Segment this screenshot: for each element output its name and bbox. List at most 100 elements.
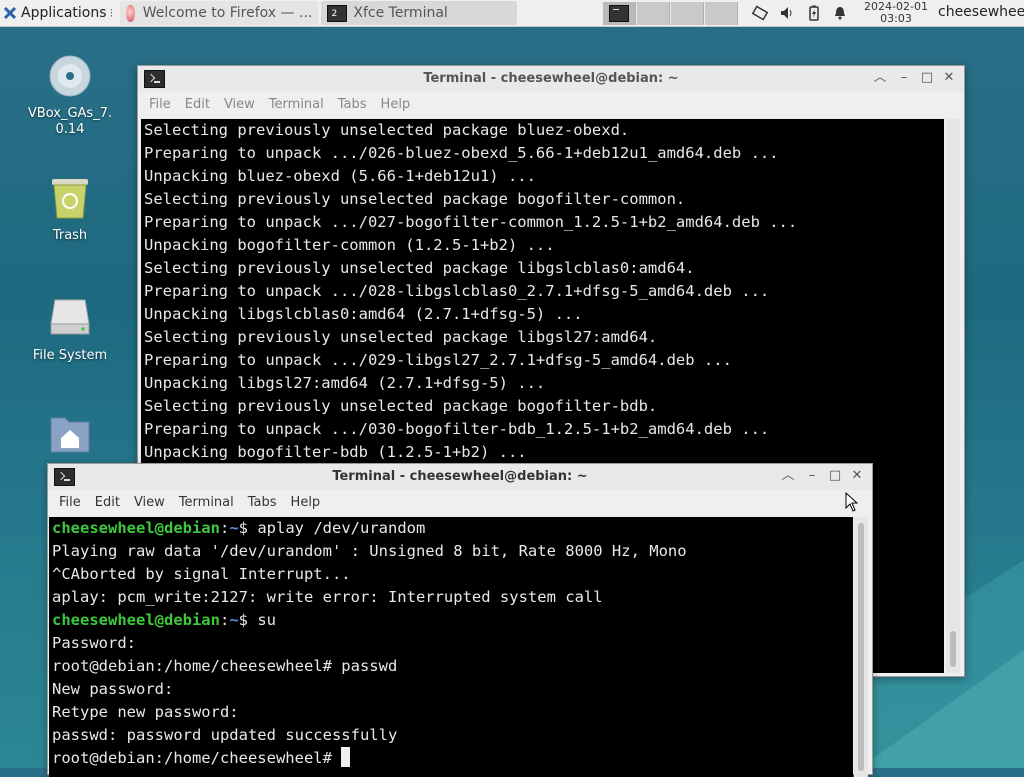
applications-label: Applications [21,5,107,21]
terminal-line: aplay: pcm_write:2127: write error: Inte… [52,588,603,606]
scrollbar-thumb[interactable] [950,631,956,667]
taskbar-firefox-label: Welcome to Firefox — ... [142,5,313,21]
xfce-logo-icon [3,6,17,20]
scrollbar-thumb[interactable] [858,523,864,771]
desktop-icon-file-system[interactable]: File System [25,294,115,363]
window-menubar: File Edit View Terminal Tabs Help [48,490,872,514]
menu-file[interactable]: File [52,495,88,510]
workspace-2[interactable] [637,2,670,25]
menu-edit[interactable]: Edit [178,97,217,112]
terminal-line: Unpacking libgsl27:amd64 (2.7.1+dfsg-5) … [144,374,546,392]
terminal-line: Preparing to unpack .../026-bluez-obexd_… [144,144,779,162]
menu-edit[interactable]: Edit [88,495,127,510]
clock-time: 03:03 [880,12,912,25]
terminal-window-front[interactable]: Terminal - cheesewheel@debian: ~ ︿ – □ ✕… [47,463,873,777]
menu-view[interactable]: View [217,97,262,112]
network-icon[interactable] [751,5,769,21]
window-menubar: File Edit View Terminal Tabs Help [138,92,964,116]
terminal-line: Selecting previously unselected package … [144,328,658,346]
terminal-line: Selecting previously unselected package … [144,121,630,139]
terminal-line: Preparing to unpack .../030-bogofilter-b… [144,420,770,438]
volume-icon[interactable] [779,5,795,21]
workspace-1[interactable] [603,2,636,25]
prompt-user: cheesewheel@debian [52,519,220,537]
terminal-icon [609,5,629,22]
terminal-line: Password: [52,634,136,652]
terminal-line: Selecting previously unselected package … [144,397,658,415]
scrollbar[interactable] [946,119,960,673]
window-titlebar[interactable]: Terminal - cheesewheel@debian: ~ ︿ – □ ✕ [138,66,964,92]
terminal-line: Selecting previously unselected package … [144,259,695,277]
top-panel: Applications ⁝ Welcome to Firefox — ... … [0,0,1024,27]
prompt-path: ~ [229,519,239,537]
trash-icon [52,179,88,219]
notification-bell-icon[interactable] [832,5,848,21]
prompt-sign: $ [238,519,249,537]
menu-help[interactable]: Help [284,495,328,510]
terminal-line: Preparing to unpack .../029-libgsl27_2.7… [144,351,732,369]
terminal-line: passwd: password updated successfully [52,726,398,744]
terminal-line: Unpacking bogofilter-bdb (1.2.5-1+b2) ..… [144,443,527,461]
desktop-icon-home[interactable] [25,414,115,462]
root-prompt: root@debian:/home/cheesewheel# [52,749,342,767]
terminal-line: Selecting previously unselected package … [144,190,686,208]
window-shade-button[interactable]: ︿ [873,71,887,85]
terminal-line: Playing raw data '/dev/urandom' : Unsign… [52,542,687,560]
terminal-line: Preparing to unpack .../027-bogofilter-c… [144,213,798,231]
window-close-button[interactable]: ✕ [850,469,864,483]
home-folder-icon [50,417,90,453]
user-menu[interactable]: cheesewheel [938,4,1024,20]
terminal-line: Unpacking bluez-obexd (5.66-1+deb12u1) .… [144,167,536,185]
menu-separator-icon: ⁝ [109,6,114,20]
battery-icon[interactable] [806,5,822,21]
terminal-output[interactable]: cheesewheel@debian:~$ aplay /dev/urandom… [49,517,853,777]
prompt-sign: $ [238,611,249,629]
terminal-prompt-line: cheesewheel@debian:~$ aplay /dev/urandom [52,519,426,537]
window-close-button[interactable]: ✕ [942,71,956,85]
desktop-icon-trash[interactable]: Trash [25,174,115,243]
window-title: Terminal - cheesewheel@debian: ~ [423,71,679,86]
applications-menu-button[interactable]: Applications ⁝ [0,0,117,26]
window-title: Terminal - cheesewheel@debian: ~ [332,469,588,484]
menu-terminal[interactable]: Terminal [172,495,241,510]
window-minimize-button[interactable]: – [897,71,911,85]
desktop-icon-label: Trash [52,228,88,243]
desktop-icon-vbox-cd[interactable]: VBox_GAs_7. 0.14 [25,54,115,138]
menu-file[interactable]: File [142,97,178,112]
terminal-prompt-line: cheesewheel@debian:~$ su [52,611,277,629]
prompt-command: aplay /dev/urandom [248,519,426,537]
terminal-line: Retype new password: [52,703,239,721]
firefox-icon [126,4,135,22]
desktop-icon-label: File System [32,348,108,363]
menu-terminal[interactable]: Terminal [262,97,331,112]
cd-disc-icon [49,55,91,97]
workspace-4[interactable] [705,2,738,25]
terminal-line: New password: [52,680,174,698]
window-maximize-button[interactable]: □ [920,71,934,85]
text-cursor [341,747,351,767]
prompt-path: ~ [229,611,239,629]
prompt-user: cheesewheel@debian [52,611,220,629]
terminal-line: Unpacking bogofilter-common (1.2.5-1+b2)… [144,236,555,254]
menu-tabs[interactable]: Tabs [241,495,284,510]
panel-clock[interactable]: 2024-02-01 03:03 [862,1,930,25]
window-titlebar[interactable]: Terminal - cheesewheel@debian: ~ ︿ – □ ✕ [48,464,872,490]
menu-view[interactable]: View [127,495,172,510]
prompt-command: su [248,611,277,629]
menu-help[interactable]: Help [374,97,418,112]
workspace-3[interactable] [671,2,704,25]
taskbar-terminal-label: Xfce Terminal [353,5,448,21]
menu-tabs[interactable]: Tabs [331,97,374,112]
window-shade-button[interactable]: ︿ [781,469,795,483]
window-minimize-button[interactable]: – [805,469,819,483]
taskbar-firefox-button[interactable]: Welcome to Firefox — ... [120,1,319,25]
window-maximize-button[interactable]: □ [828,469,842,483]
mouse-pointer-icon [845,492,859,512]
scrollbar[interactable] [854,517,868,777]
desktop-icon-label: VBox_GAs_7. 0.14 [27,106,113,137]
drive-icon [50,299,90,335]
terminal-line: root@debian:/home/cheesewheel# passwd [52,657,398,675]
terminal-line: Unpacking libgslcblas0:amd64 (2.7.1+dfsg… [144,305,583,323]
terminal-input-line[interactable]: root@debian:/home/cheesewheel# [49,747,853,770]
taskbar-terminal-button[interactable]: 2 Xfce Terminal [321,1,518,25]
